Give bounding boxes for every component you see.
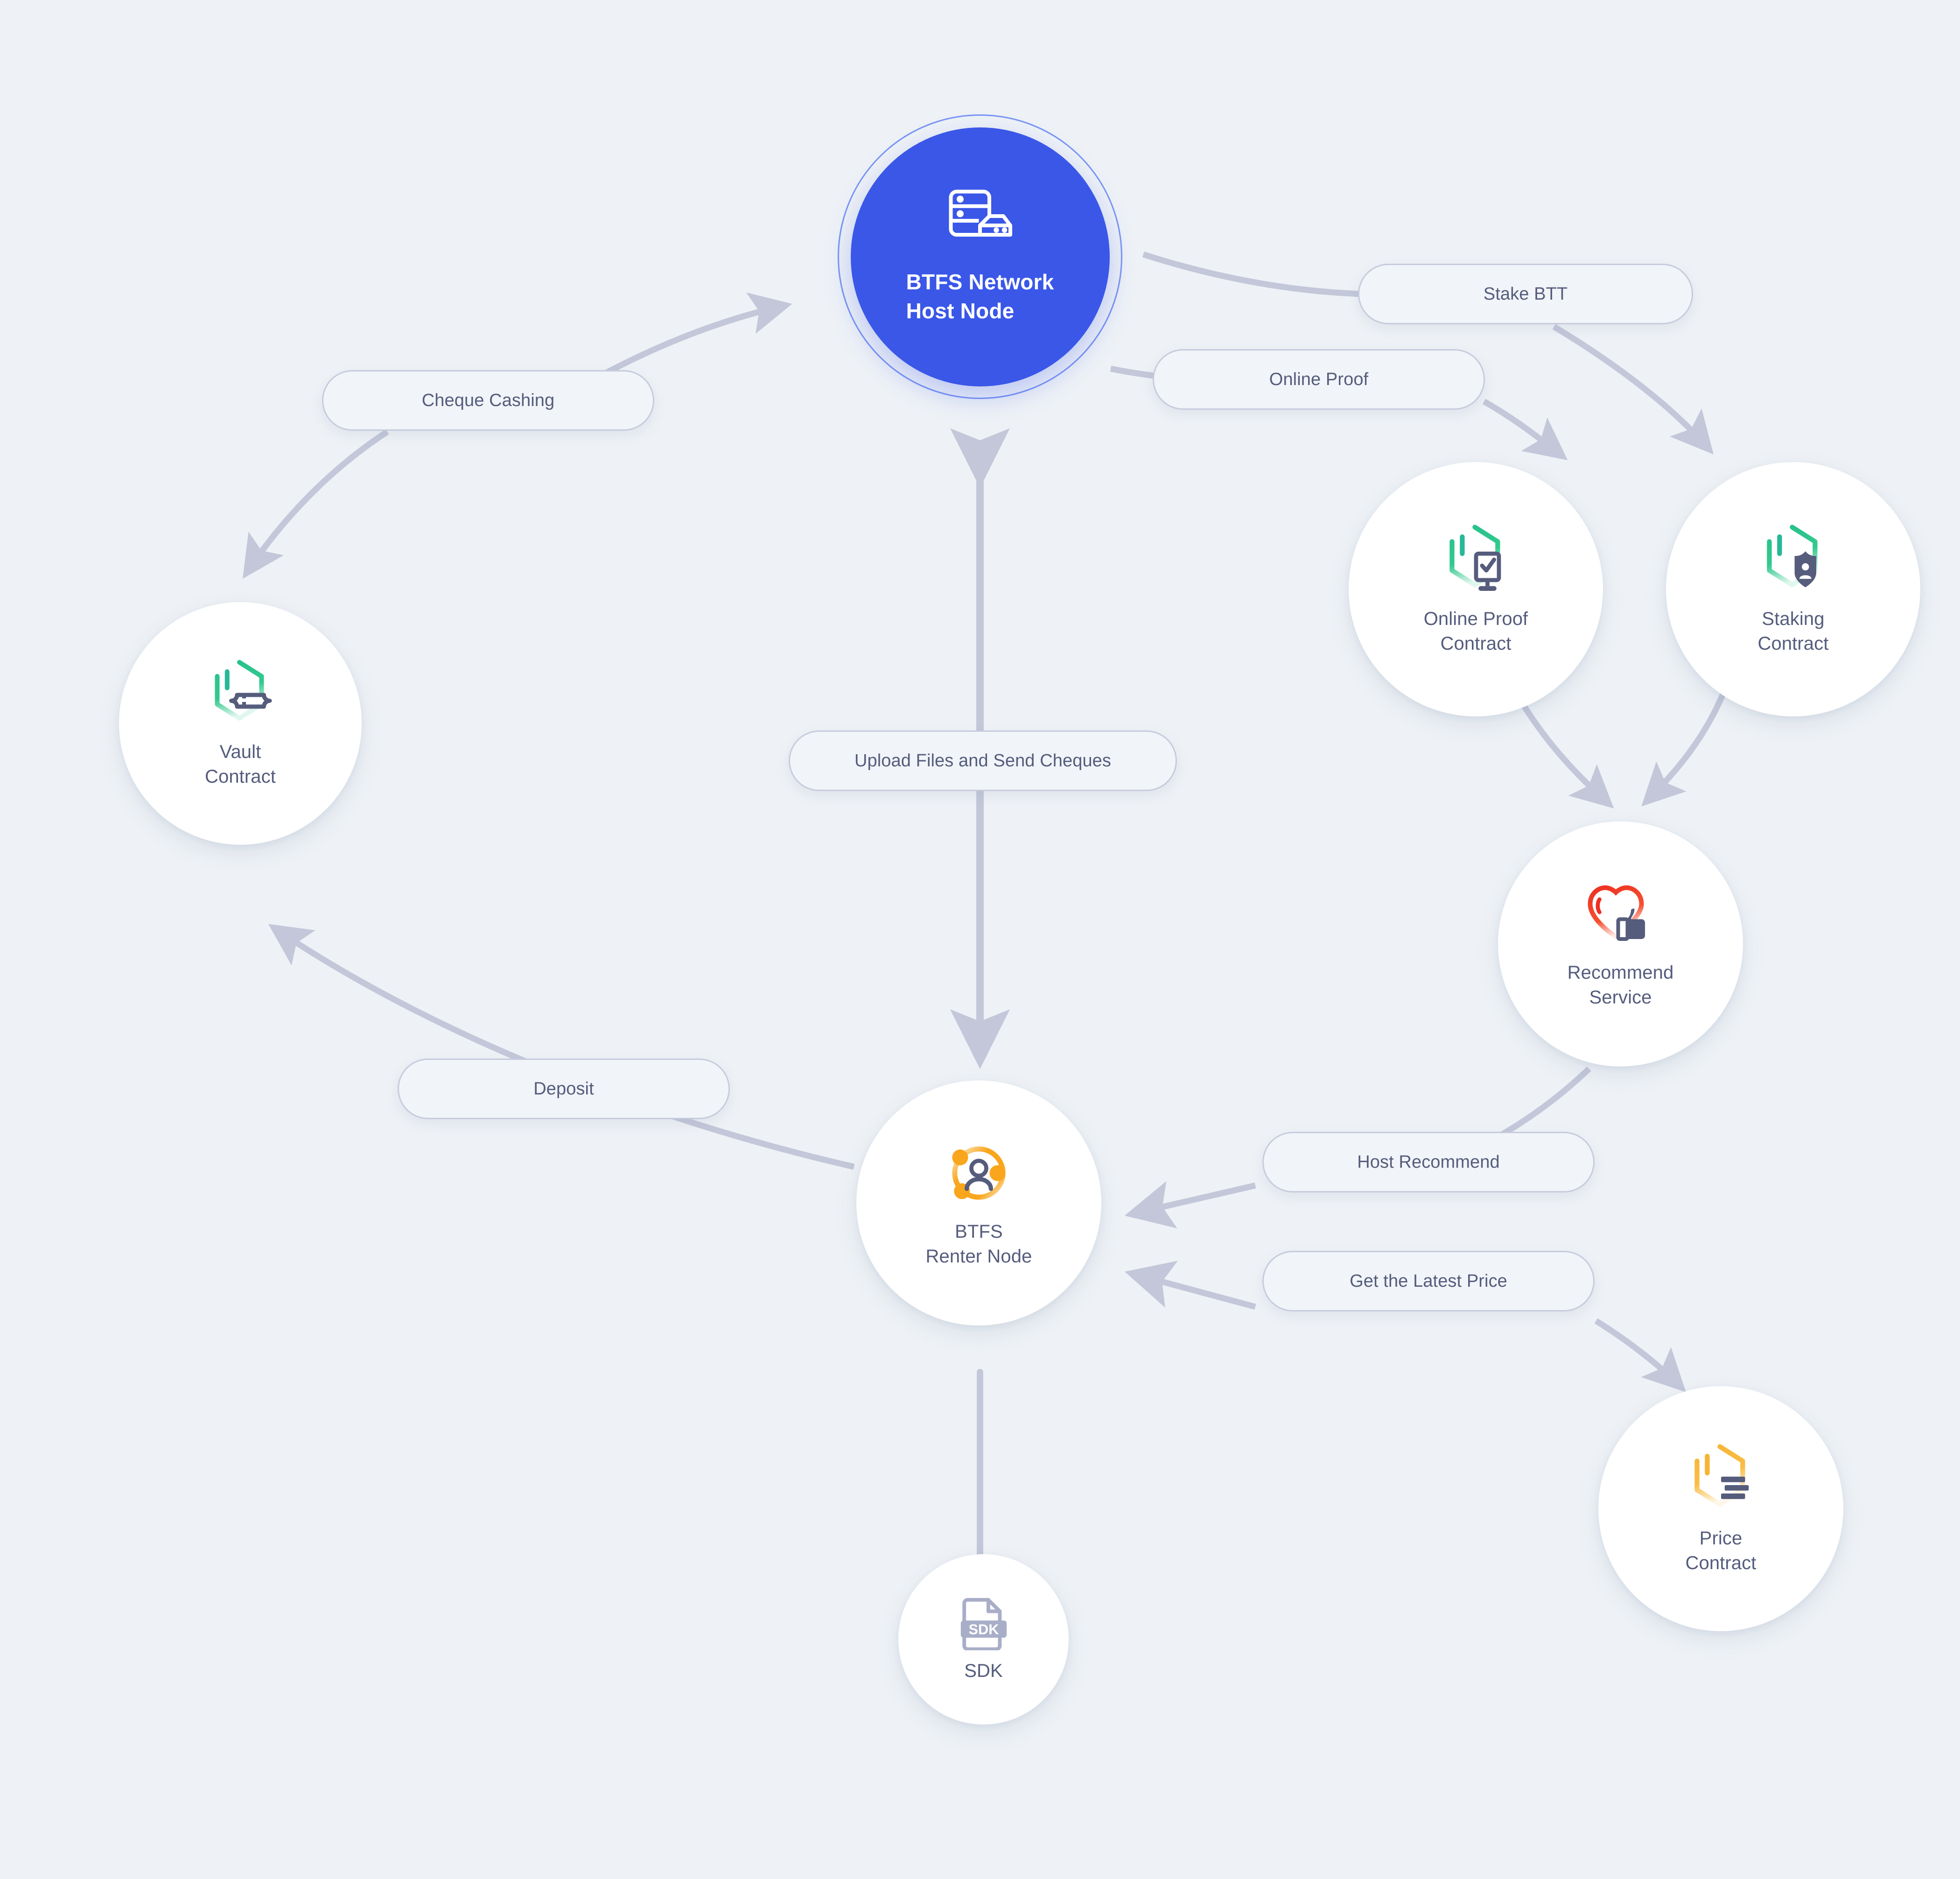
diagram-canvas: BTFS Network Host Node Vault Contract On… [0,0,1960,1879]
hexagon-list-icon [1681,1442,1761,1514]
edge-latestprice-to-price [1594,1318,1686,1392]
edge-stake-to-staking [1552,324,1714,455]
btfs-network-host-node[interactable]: BTFS Network Host Node [838,114,1122,399]
edge-label-upload-files[interactable]: Upload Files and Send Cheques [789,730,1177,791]
edge-label-upload-files-text: Upload Files and Send Cheques [854,750,1112,771]
user-network-icon [943,1137,1015,1209]
hexagon-shield-icon [1754,522,1833,595]
sdk-file-icon: SDK [958,1595,1009,1651]
host-node-label: BTFS Network Host Node [906,269,1054,323]
online-proof-contract[interactable]: Online Proof Contract [1349,462,1603,716]
sdk-badge-text: SDK [968,1621,999,1638]
heart-thumbup-icon [1580,878,1661,948]
edge-label-online-proof[interactable]: Online Proof [1153,349,1485,410]
price-contract[interactable]: Price Contract [1598,1386,1843,1631]
sdk-node-label: SDK [964,1661,1003,1682]
recommend-service-label: Recommend Service [1567,962,1674,1008]
hexagon-monitor-check-icon [1436,522,1516,595]
recommend-service[interactable]: Recommend Service [1498,821,1743,1066]
edge-label-deposit-text: Deposit [533,1079,594,1099]
edge-label-latest-price-text: Get the Latest Price [1350,1271,1507,1291]
hexagon-ticket-icon [202,658,279,728]
edge-label-stake-btt[interactable]: Stake BTT [1358,264,1693,324]
vault-contract[interactable]: Vault Contract [119,602,362,845]
edge-latestprice-to-renter [1124,1261,1256,1310]
edge-hostrecommend-to-renter [1124,1181,1256,1228]
server-icon [945,188,1015,256]
edge-label-host-recommend-text: Host Recommend [1357,1152,1500,1172]
edge-label-cheque-cashing-text: Cheque Cashing [421,390,555,410]
staking-contract-label: Staking Contract [1757,609,1829,654]
edge-label-cheque-cashing[interactable]: Cheque Cashing [322,370,654,431]
staking-contract[interactable]: Staking Contract [1666,462,1920,716]
btfs-renter-node[interactable]: BTFS Renter Node [856,1080,1101,1325]
edge-deposit-to-vault [268,924,855,1170]
edge-staking-to-recommend [1641,689,1728,806]
sdk-node[interactable]: SDK SDK [898,1554,1069,1725]
edge-label-host-recommend[interactable]: Host Recommend [1262,1132,1595,1192]
btfs-renter-node-label: BTFS Renter Node [925,1221,1032,1267]
edge-onlineproof-to-contract [1482,399,1568,461]
online-proof-contract-label: Online Proof Contract [1423,609,1528,654]
vault-contract-label: Vault Contract [205,742,276,787]
edge-label-stake-btt-text: Stake BTT [1483,284,1568,304]
edge-label-latest-price[interactable]: Get the Latest Price [1262,1251,1595,1311]
edge-label-online-proof-text: Online Proof [1269,369,1369,389]
edge-cheque-to-vault [242,429,389,579]
edge-host-to-stake [1142,251,1363,297]
price-contract-label: Price Contract [1685,1528,1757,1573]
edge-label-deposit[interactable]: Deposit [398,1059,730,1119]
